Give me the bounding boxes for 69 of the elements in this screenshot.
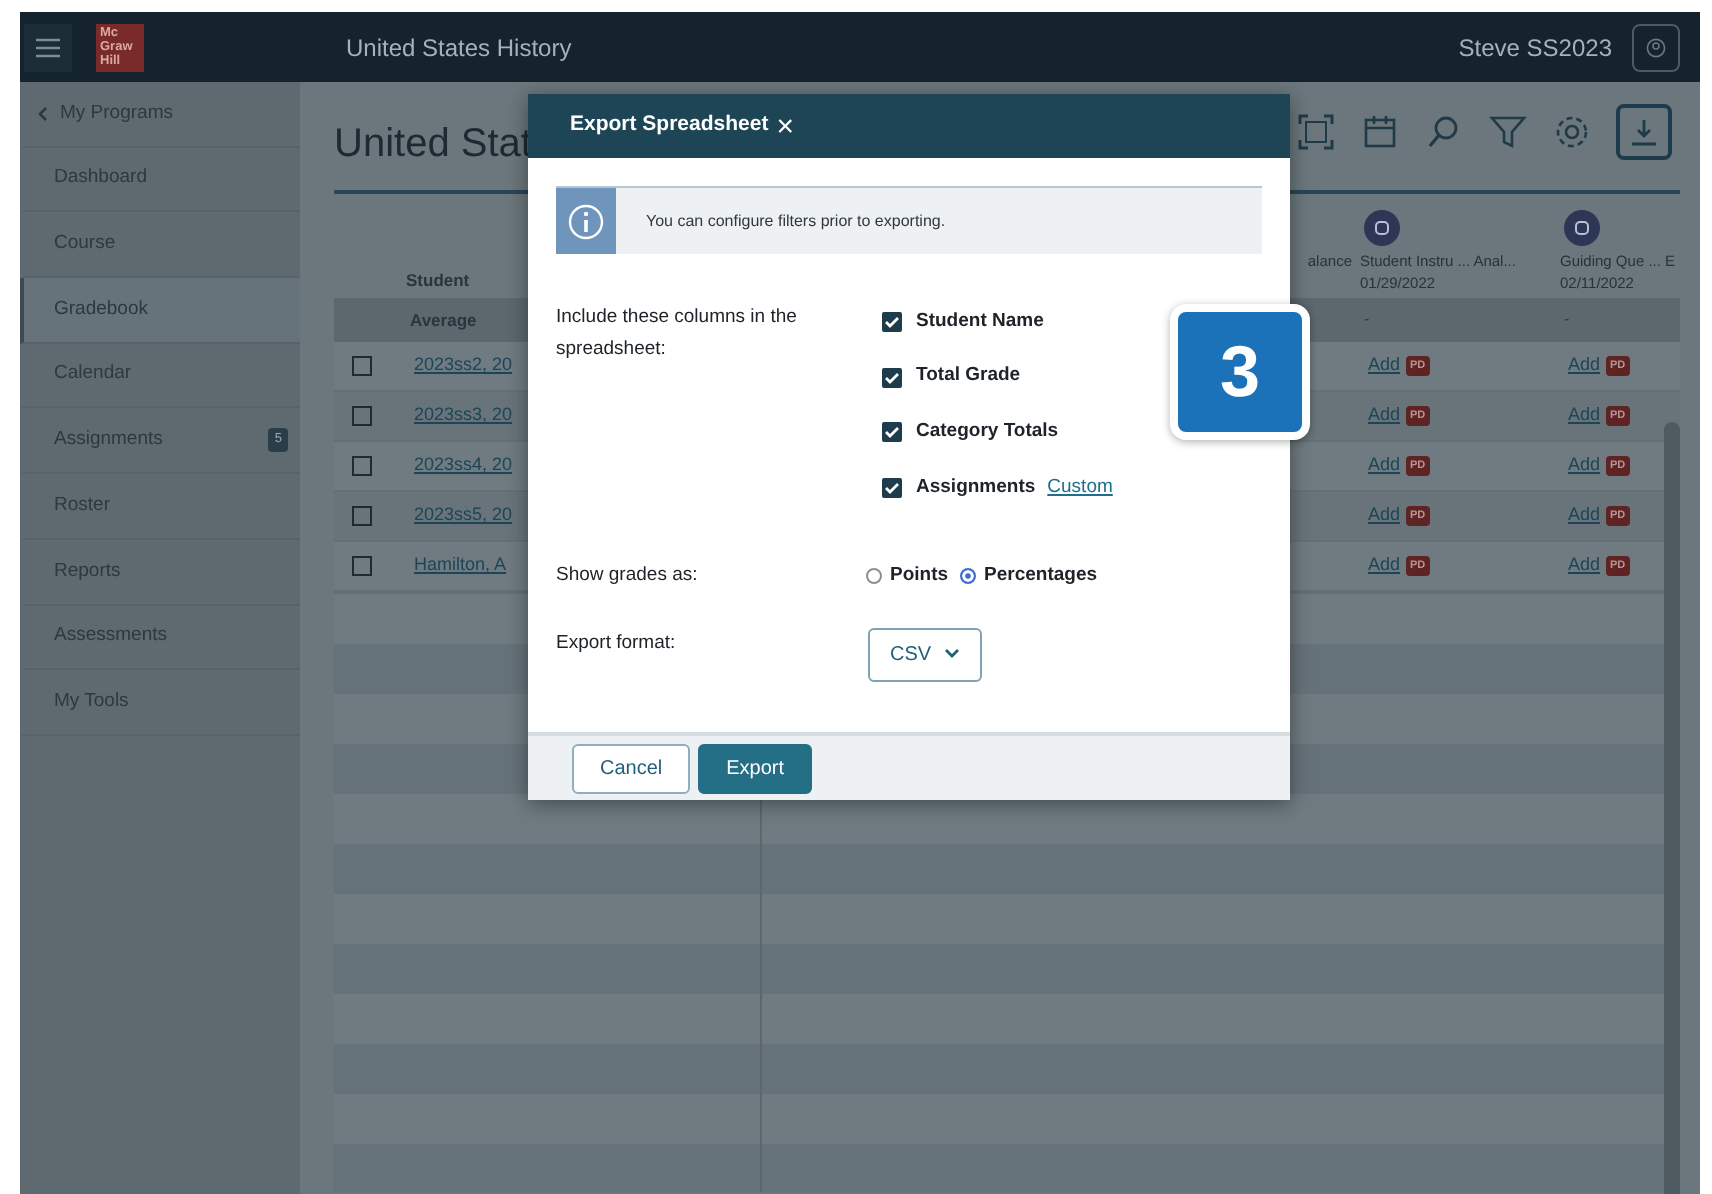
student-link[interactable]: 2023ss4, 20	[414, 452, 513, 480]
add-link[interactable]: Add	[1568, 552, 1601, 580]
checkbox[interactable]	[882, 477, 902, 498]
scrollbar[interactable]	[1664, 422, 1680, 1194]
add-link[interactable]: Add	[1568, 502, 1601, 530]
option-label: Assignments	[916, 473, 1036, 502]
checkbox[interactable]	[352, 506, 372, 526]
add-link[interactable]: Add	[1368, 552, 1401, 580]
add-link[interactable]: Add	[1568, 352, 1601, 380]
radio-button[interactable]	[960, 567, 977, 584]
menu-icon	[36, 37, 60, 57]
dialog-button[interactable]: Export	[698, 743, 813, 793]
assignment-type-icon	[1564, 210, 1600, 246]
page-title: United Stat	[334, 120, 532, 170]
field-label: Show grades as:	[556, 563, 698, 586]
chevron-left-icon	[36, 105, 52, 122]
dialog-title: Export Spreadsheet	[570, 110, 769, 141]
calendar-button[interactable]	[1360, 112, 1400, 152]
option-label: Student Name	[916, 307, 1044, 336]
radio-label: Percentages	[984, 561, 1098, 590]
add-link[interactable]: Add	[1368, 452, 1401, 480]
checkbox[interactable]	[352, 556, 372, 576]
radio-label: Points	[890, 561, 949, 590]
table-cell: -	[1564, 308, 1570, 332]
filter-icon	[1488, 112, 1528, 152]
account-button[interactable]	[1632, 23, 1680, 71]
add-link[interactable]: Add	[1368, 502, 1401, 530]
custom-link[interactable]: Custom	[1047, 473, 1113, 503]
checkbox[interactable]	[882, 422, 902, 443]
table-cell: -	[1364, 308, 1370, 332]
student-link[interactable]: 2023ss2, 20	[414, 352, 513, 380]
close-button[interactable]: ×	[776, 111, 794, 141]
fullscreen-icon	[1296, 112, 1336, 152]
add-link[interactable]: Add	[1368, 352, 1401, 380]
format-dropdown[interactable]: CSV	[868, 627, 982, 682]
chevron-down-icon	[943, 648, 960, 661]
calendar-icon	[1360, 112, 1400, 152]
dialog-button[interactable]: Cancel	[572, 743, 691, 793]
fullscreen-button[interactable]	[1296, 112, 1336, 152]
student-link[interactable]: 2023ss3, 20	[414, 402, 513, 430]
user-icon	[1646, 37, 1666, 57]
info-icon	[568, 203, 604, 239]
radio-button[interactable]	[866, 567, 882, 584]
add-link[interactable]: Add	[1568, 402, 1601, 430]
checkbox[interactable]	[352, 356, 372, 376]
settings-icon	[1552, 112, 1592, 152]
add-link[interactable]: Add	[1568, 452, 1601, 480]
column-header: Student	[406, 268, 470, 294]
checkbox[interactable]	[882, 367, 902, 388]
download-icon	[1630, 118, 1658, 146]
field-label: Export format:	[556, 631, 676, 654]
info-text: You can configure filters prior to exporting.	[644, 209, 946, 234]
student-link[interactable]: Hamilton, A	[414, 552, 507, 580]
add-link[interactable]: Add	[1368, 402, 1401, 430]
app-title: United States History	[346, 31, 572, 65]
filter-button[interactable]	[1488, 112, 1528, 152]
student-link[interactable]: 2023ss5, 20	[414, 502, 513, 530]
user-name: Steve SS2023	[1458, 31, 1612, 65]
sidebar-item[interactable]: Gradebook	[20, 278, 300, 344]
download-button[interactable]	[1616, 104, 1672, 160]
checkbox[interactable]	[352, 406, 372, 426]
option-label: Category Totals	[916, 418, 1059, 447]
checkbox[interactable]	[352, 456, 372, 476]
option-label: Total Grade	[916, 362, 1021, 391]
settings-button[interactable]	[1552, 112, 1592, 152]
assignment-type-icon	[1364, 210, 1400, 246]
field-label: Include these columns in the spreadsheet:	[556, 304, 799, 364]
checkbox[interactable]	[882, 311, 902, 332]
menu-button[interactable]	[24, 23, 72, 71]
